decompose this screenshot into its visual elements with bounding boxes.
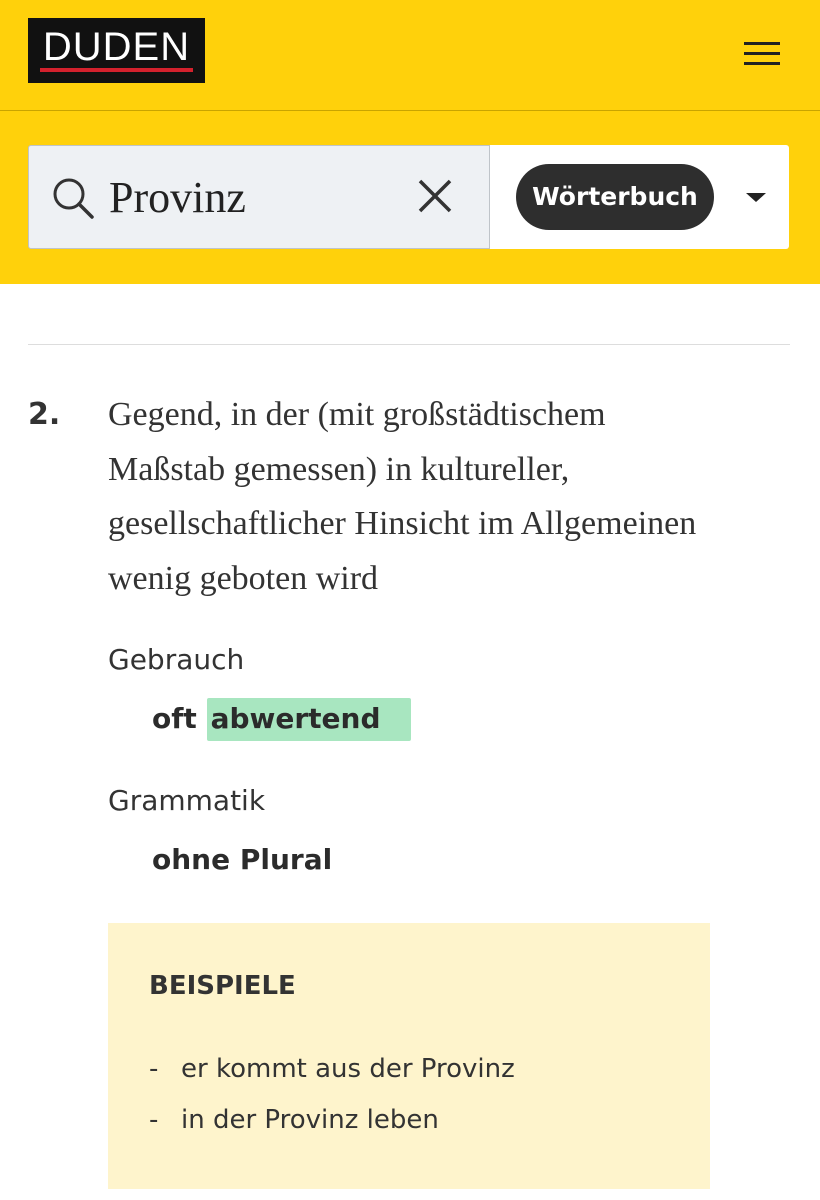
- hamburger-menu-icon[interactable]: [740, 38, 784, 68]
- example-item: - in der Provinz leben: [149, 1105, 439, 1135]
- top-bar: DUDEN: [0, 0, 820, 111]
- logo-underline: [40, 68, 193, 72]
- example-item: - er kommt aus der Provinz: [149, 1054, 515, 1084]
- sense-number: 2.: [28, 397, 61, 432]
- search-icon[interactable]: [49, 174, 97, 222]
- example-dash: -: [149, 1054, 159, 1084]
- example-text: er kommt aus der Provinz: [181, 1054, 515, 1084]
- dictionary-pill[interactable]: Wörterbuch: [516, 164, 714, 230]
- logo-text: DUDEN: [42, 25, 191, 69]
- examples-box: BEISPIELE - er kommt aus der Provinz - in …: [108, 923, 710, 1189]
- example-text: in der Provinz leben: [181, 1105, 439, 1135]
- search-input[interactable]: [109, 168, 409, 226]
- usage-prefix: oft: [152, 702, 197, 735]
- example-dash: -: [149, 1105, 159, 1135]
- usage-label: Gebrauch: [108, 643, 245, 676]
- examples-title: BEISPIELE: [149, 971, 296, 1001]
- usage-highlight: abwertend: [206, 698, 411, 741]
- search-band: Wörterbuch: [0, 111, 820, 284]
- search-box: Wörterbuch: [28, 145, 789, 249]
- grammar-label: Grammatik: [108, 784, 266, 817]
- definition-text: Gegend, in der (mit großstädtischem Maßs…: [108, 396, 697, 597]
- dictionary-select[interactable]: Wörterbuch: [489, 145, 789, 249]
- caret-down-icon[interactable]: [746, 193, 766, 202]
- close-icon[interactable]: [415, 176, 455, 216]
- usage-value: oft abwertend: [152, 698, 411, 741]
- grammar-value: ohne Plural: [152, 843, 333, 876]
- divider: [28, 344, 790, 345]
- duden-logo[interactable]: DUDEN: [28, 18, 205, 83]
